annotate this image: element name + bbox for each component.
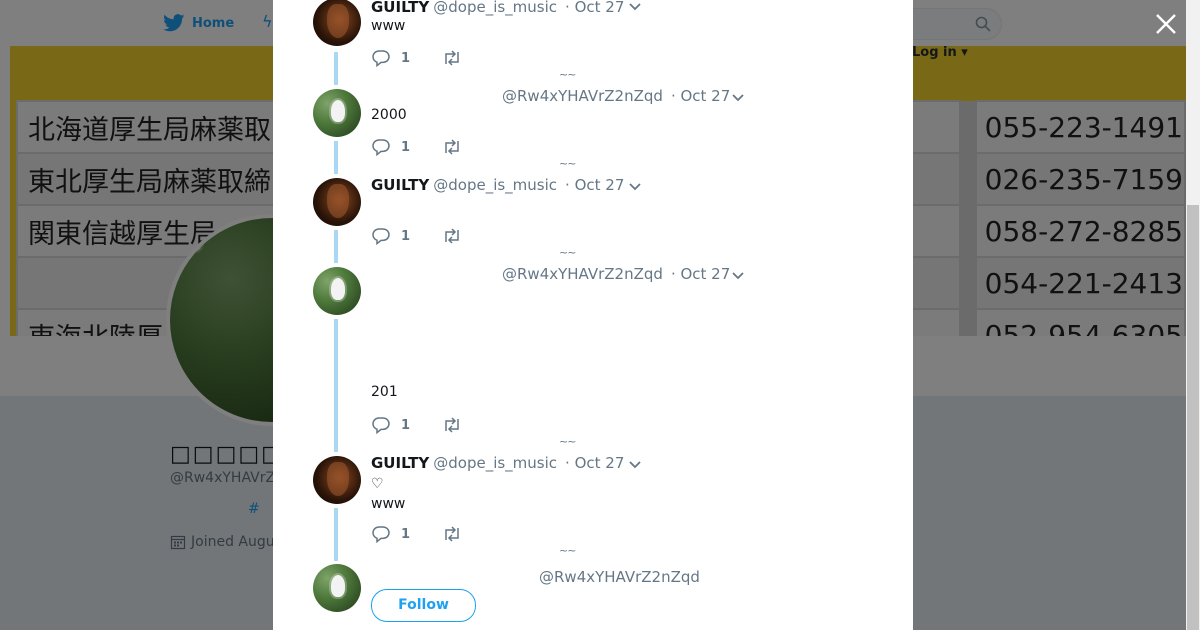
tweet-date[interactable]: · Oct 27 [565, 454, 624, 472]
retweet-icon[interactable] [441, 138, 463, 156]
tweet-actions: 1 [371, 138, 463, 156]
reply-marker: ~~ [559, 544, 576, 557]
tweet[interactable]: GUILTY @dope_is_music · Oct 27 ♡ www 1 [273, 454, 913, 546]
chevron-down-icon[interactable] [628, 182, 642, 192]
retweet-icon[interactable] [441, 525, 463, 543]
login-label: Log in [912, 45, 957, 60]
caret-down-icon: ▾ [956, 45, 968, 60]
avatar[interactable] [313, 564, 361, 612]
avatar[interactable] [313, 178, 361, 226]
tweet-date[interactable]: · Oct 27 [565, 0, 624, 16]
reply-icon[interactable] [371, 525, 391, 543]
tweet-header: GUILTY @dope_is_music · Oct 27 [371, 454, 624, 472]
tweet-actions: 1 [371, 416, 463, 434]
reply-icon[interactable] [371, 49, 391, 67]
tweet-date[interactable]: · Oct 27 [565, 176, 624, 194]
tweet-date[interactable]: · Oct 27 [671, 265, 730, 283]
chevron-down-icon[interactable] [731, 271, 745, 281]
reply-count: 1 [401, 228, 411, 244]
tweet-header: GUILTY @dope_is_music · Oct 27 [371, 0, 624, 16]
reply-count: 1 [401, 50, 411, 66]
reply-icon[interactable] [371, 138, 391, 156]
reply-icon[interactable] [371, 416, 391, 434]
tweet-text: www [371, 18, 406, 34]
follow-handle[interactable]: @Rw4xYHAVrZ2nZqd [535, 568, 700, 586]
avatar[interactable] [313, 267, 361, 315]
tweet-author-handle[interactable]: @dope_is_music [433, 0, 557, 16]
reply-marker: ~~ [559, 157, 576, 170]
retweet-icon[interactable] [441, 227, 463, 245]
follow-prompt: @Rw4xYHAVrZ2nZqd Follow [273, 564, 913, 630]
reply-marker: ~~ [559, 68, 576, 81]
tweet-actions: 1 [371, 525, 463, 543]
retweet-icon[interactable] [441, 49, 463, 67]
tweet-author-name[interactable]: GUILTY [371, 176, 429, 194]
tweet-author-name[interactable]: GUILTY [371, 454, 429, 472]
avatar[interactable] [313, 89, 361, 137]
conversation-modal: GUILTY @dope_is_music · Oct 27 www 1 ~~ @R… [273, 0, 913, 630]
retweet-icon[interactable] [441, 416, 463, 434]
tweet-author-handle[interactable]: @Rw4xYHAVrZ2nZqd [502, 87, 663, 105]
reply-icon[interactable] [371, 227, 391, 245]
tweet-text: 201 [371, 384, 398, 400]
tweet[interactable]: @Rw4xYHAVrZ2nZqd · Oct 27 201 1 [273, 265, 913, 437]
reply-count: 1 [401, 139, 411, 155]
tweet-author-name[interactable]: GUILTY [371, 0, 429, 16]
close-icon[interactable] [1154, 12, 1178, 36]
avatar[interactable] [313, 0, 361, 46]
tweet-author-handle[interactable]: @dope_is_music [433, 176, 557, 194]
tweet-header: GUILTY @dope_is_music · Oct 27 [371, 176, 624, 194]
login-menu[interactable]: Log in ▾ [912, 45, 968, 60]
chevron-down-icon[interactable] [628, 2, 642, 12]
tweet[interactable]: @Rw4xYHAVrZ2nZqd · Oct 27 2000 1 [273, 87, 913, 169]
chevron-down-icon[interactable] [628, 460, 642, 470]
reply-count: 1 [401, 417, 411, 433]
follow-button[interactable]: Follow [371, 589, 476, 622]
tweet-text: ♡ www [371, 476, 406, 512]
tweet-date[interactable]: · Oct 27 [671, 87, 730, 105]
tweet[interactable]: GUILTY @dope_is_music · Oct 27 1 [273, 176, 913, 258]
tweet-author-handle[interactable]: @Rw4xYHAVrZ2nZqd [502, 265, 663, 283]
tweet-actions: 1 [371, 49, 463, 67]
reply-count: 1 [401, 526, 411, 542]
tweet-header: @Rw4xYHAVrZ2nZqd · Oct 27 [498, 87, 730, 105]
scrollbar-thumb[interactable] [1187, 205, 1199, 630]
reply-marker: ~~ [559, 435, 576, 448]
avatar[interactable] [313, 456, 361, 504]
tweet-header: @Rw4xYHAVrZ2nZqd · Oct 27 [498, 265, 730, 283]
chevron-down-icon[interactable] [731, 93, 745, 103]
follow-handle-text: @Rw4xYHAVrZ2nZqd [539, 568, 700, 586]
tweet-actions: 1 [371, 227, 463, 245]
tweet-author-handle[interactable]: @dope_is_music [433, 454, 557, 472]
tweet[interactable]: GUILTY @dope_is_music · Oct 27 www 1 [273, 0, 913, 78]
tweet-text: 2000 [371, 107, 407, 123]
reply-marker: ~~ [559, 246, 576, 259]
